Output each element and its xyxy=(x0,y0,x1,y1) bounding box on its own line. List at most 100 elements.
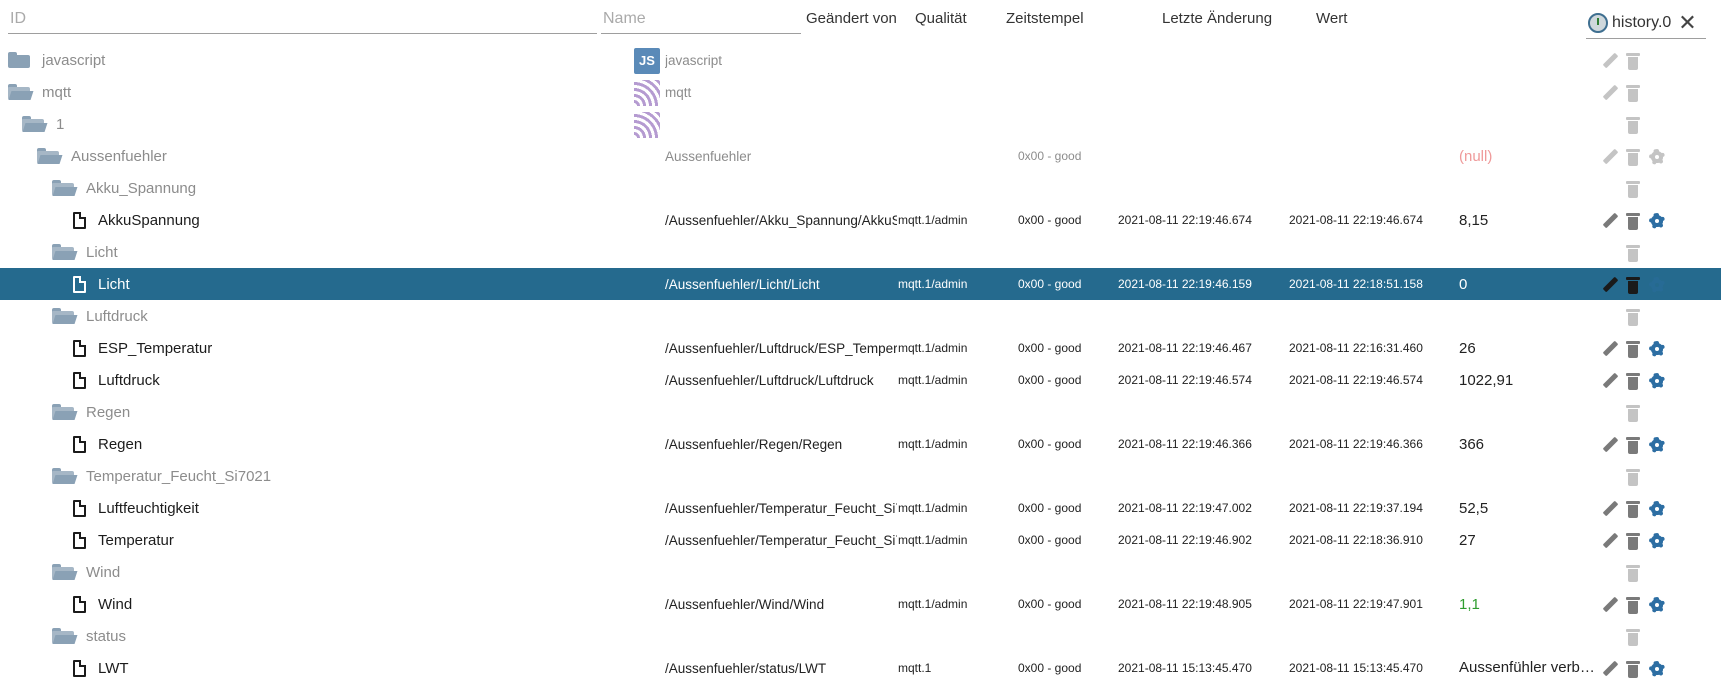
gear-icon[interactable] xyxy=(1648,500,1666,518)
id-cell[interactable]: Luftdruck xyxy=(52,300,148,332)
table-row-folder[interactable]: Licht xyxy=(0,236,1721,268)
object-name[interactable]: mqtt xyxy=(665,76,897,108)
value-cell[interactable]: 26 xyxy=(1459,332,1597,364)
gear-icon[interactable] xyxy=(1648,148,1666,166)
id-cell[interactable]: mqtt xyxy=(8,76,71,108)
pencil-icon[interactable] xyxy=(1600,660,1618,678)
id-cell[interactable]: Regen xyxy=(52,396,130,428)
trash-icon[interactable] xyxy=(1624,660,1642,678)
table-row-state[interactable]: Regen/Aussenfuehler/Regen/Regen mqtt.1/ad… xyxy=(0,428,1721,460)
value-cell[interactable] xyxy=(1459,108,1597,140)
id-cell[interactable]: Regen xyxy=(72,428,142,460)
id-cell[interactable]: Luftfeuchtigkeit xyxy=(72,492,199,524)
gear-icon[interactable] xyxy=(1648,660,1666,678)
column-header-value[interactable]: Wert xyxy=(1316,10,1347,27)
id-cell[interactable]: Licht xyxy=(52,236,118,268)
gear-icon[interactable] xyxy=(1648,532,1666,550)
column-header-last-change[interactable]: Letzte Änderung xyxy=(1162,10,1272,27)
pencil-icon[interactable] xyxy=(1600,532,1618,550)
object-name[interactable]: /Aussenfuehler/Akku_Spannung/AkkuSpannun… xyxy=(665,204,897,236)
trash-icon[interactable] xyxy=(1624,532,1642,550)
table-row-folder[interactable]: Akku_Spannung xyxy=(0,172,1721,204)
table-row-folder[interactable]: Luftdruck xyxy=(0,300,1721,332)
trash-icon[interactable] xyxy=(1624,372,1642,390)
trash-icon[interactable] xyxy=(1624,276,1642,294)
trash-icon[interactable] xyxy=(1624,212,1642,230)
trash-icon[interactable] xyxy=(1624,84,1642,102)
id-cell[interactable]: Wind xyxy=(72,588,132,620)
table-row-state[interactable]: Temperatur/Aussenfuehler/Temperatur_Feuc… xyxy=(0,524,1721,556)
object-name[interactable] xyxy=(665,556,897,588)
value-cell[interactable] xyxy=(1459,172,1597,204)
value-cell[interactable]: 1022,91 xyxy=(1459,364,1597,396)
value-cell[interactable]: 8,15 xyxy=(1459,204,1597,236)
pencil-icon[interactable] xyxy=(1600,52,1618,70)
pencil-icon[interactable] xyxy=(1600,84,1618,102)
object-name[interactable]: /Aussenfuehler/Luftdruck/ESP_Temperatur xyxy=(665,332,897,364)
table-row-folder[interactable]: javascript JS javascript xyxy=(0,44,1721,76)
id-cell[interactable]: AkkuSpannung xyxy=(72,204,200,236)
id-filter-input[interactable] xyxy=(8,4,597,34)
id-cell[interactable]: ESP_Temperatur xyxy=(72,332,212,364)
value-cell[interactable]: 52,5 xyxy=(1459,492,1597,524)
value-cell[interactable] xyxy=(1459,460,1597,492)
value-cell[interactable] xyxy=(1459,300,1597,332)
value-cell[interactable]: 0 xyxy=(1459,268,1597,300)
trash-icon[interactable] xyxy=(1624,116,1642,134)
pencil-icon[interactable] xyxy=(1600,500,1618,518)
id-cell[interactable]: Temperatur xyxy=(72,524,174,556)
close-icon[interactable]: ✕ xyxy=(1678,12,1696,34)
table-row-folder[interactable]: status xyxy=(0,620,1721,652)
object-name[interactable] xyxy=(665,396,897,428)
id-cell[interactable]: Aussenfuehler xyxy=(37,140,167,172)
value-cell[interactable] xyxy=(1459,556,1597,588)
trash-icon[interactable] xyxy=(1624,596,1642,614)
pencil-icon[interactable] xyxy=(1600,148,1618,166)
table-row-state[interactable]: Wind/Aussenfuehler/Wind/Wind mqtt.1/admin… xyxy=(0,588,1721,620)
table-row-folder[interactable]: Aussenfuehler Aussenfuehler 0x00 - good (nu… xyxy=(0,140,1721,172)
id-cell[interactable]: Luftdruck xyxy=(72,364,160,396)
table-row-state[interactable]: Licht/Aussenfuehler/Licht/Licht mqtt.1/ad… xyxy=(0,268,1721,300)
trash-icon[interactable] xyxy=(1624,308,1642,326)
gear-icon[interactable] xyxy=(1648,436,1666,454)
pencil-icon[interactable] xyxy=(1600,276,1618,294)
table-row-folder[interactable]: Regen xyxy=(0,396,1721,428)
trash-icon[interactable] xyxy=(1624,180,1642,198)
object-name[interactable]: /Aussenfuehler/Regen/Regen xyxy=(665,428,897,460)
id-cell[interactable]: javascript xyxy=(8,44,105,76)
trash-icon[interactable] xyxy=(1624,244,1642,262)
id-cell[interactable]: 1 xyxy=(22,108,64,140)
object-name[interactable]: /Aussenfuehler/Licht/Licht xyxy=(665,268,897,300)
trash-icon[interactable] xyxy=(1624,148,1642,166)
trash-icon[interactable] xyxy=(1624,436,1642,454)
trash-icon[interactable] xyxy=(1624,500,1642,518)
value-cell[interactable]: 1,1 xyxy=(1459,588,1597,620)
id-cell[interactable]: Temperatur_Feucht_Si7021 xyxy=(52,460,271,492)
table-row-state[interactable]: Luftfeuchtigkeit/Aussenfuehler/Temperatu… xyxy=(0,492,1721,524)
name-filter-input[interactable] xyxy=(601,4,801,34)
trash-icon[interactable] xyxy=(1624,628,1642,646)
object-name[interactable] xyxy=(665,620,897,652)
table-row-state[interactable]: LWT/Aussenfuehler/status/LWT mqtt.1 0x00 -… xyxy=(0,652,1721,684)
column-header-changed-by[interactable]: Geändert von xyxy=(806,10,897,27)
object-name[interactable]: /Aussenfuehler/Wind/Wind xyxy=(665,588,897,620)
value-cell[interactable]: (null) xyxy=(1459,140,1597,172)
trash-icon[interactable] xyxy=(1624,564,1642,582)
object-name[interactable] xyxy=(665,300,897,332)
value-cell[interactable]: Aussenfühler verbunden xyxy=(1459,652,1597,684)
table-row-state[interactable]: Luftdruck/Aussenfuehler/Luftdruck/Luftdr… xyxy=(0,364,1721,396)
value-cell[interactable] xyxy=(1459,76,1597,108)
object-name[interactable]: /Aussenfuehler/Temperatur_Feucht_Si7021/… xyxy=(665,524,897,556)
pencil-icon[interactable] xyxy=(1600,436,1618,454)
pencil-icon[interactable] xyxy=(1600,212,1618,230)
object-name[interactable]: /Aussenfuehler/status/LWT xyxy=(665,652,897,684)
value-cell[interactable] xyxy=(1459,44,1597,76)
value-cell[interactable] xyxy=(1459,620,1597,652)
trash-icon[interactable] xyxy=(1624,468,1642,486)
object-name[interactable] xyxy=(665,460,897,492)
gear-icon[interactable] xyxy=(1648,372,1666,390)
object-name[interactable] xyxy=(665,172,897,204)
history-instance-selector[interactable]: history.0 ✕ xyxy=(1586,8,1706,39)
id-cell[interactable]: LWT xyxy=(72,652,129,684)
table-row-folder[interactable]: Wind xyxy=(0,556,1721,588)
